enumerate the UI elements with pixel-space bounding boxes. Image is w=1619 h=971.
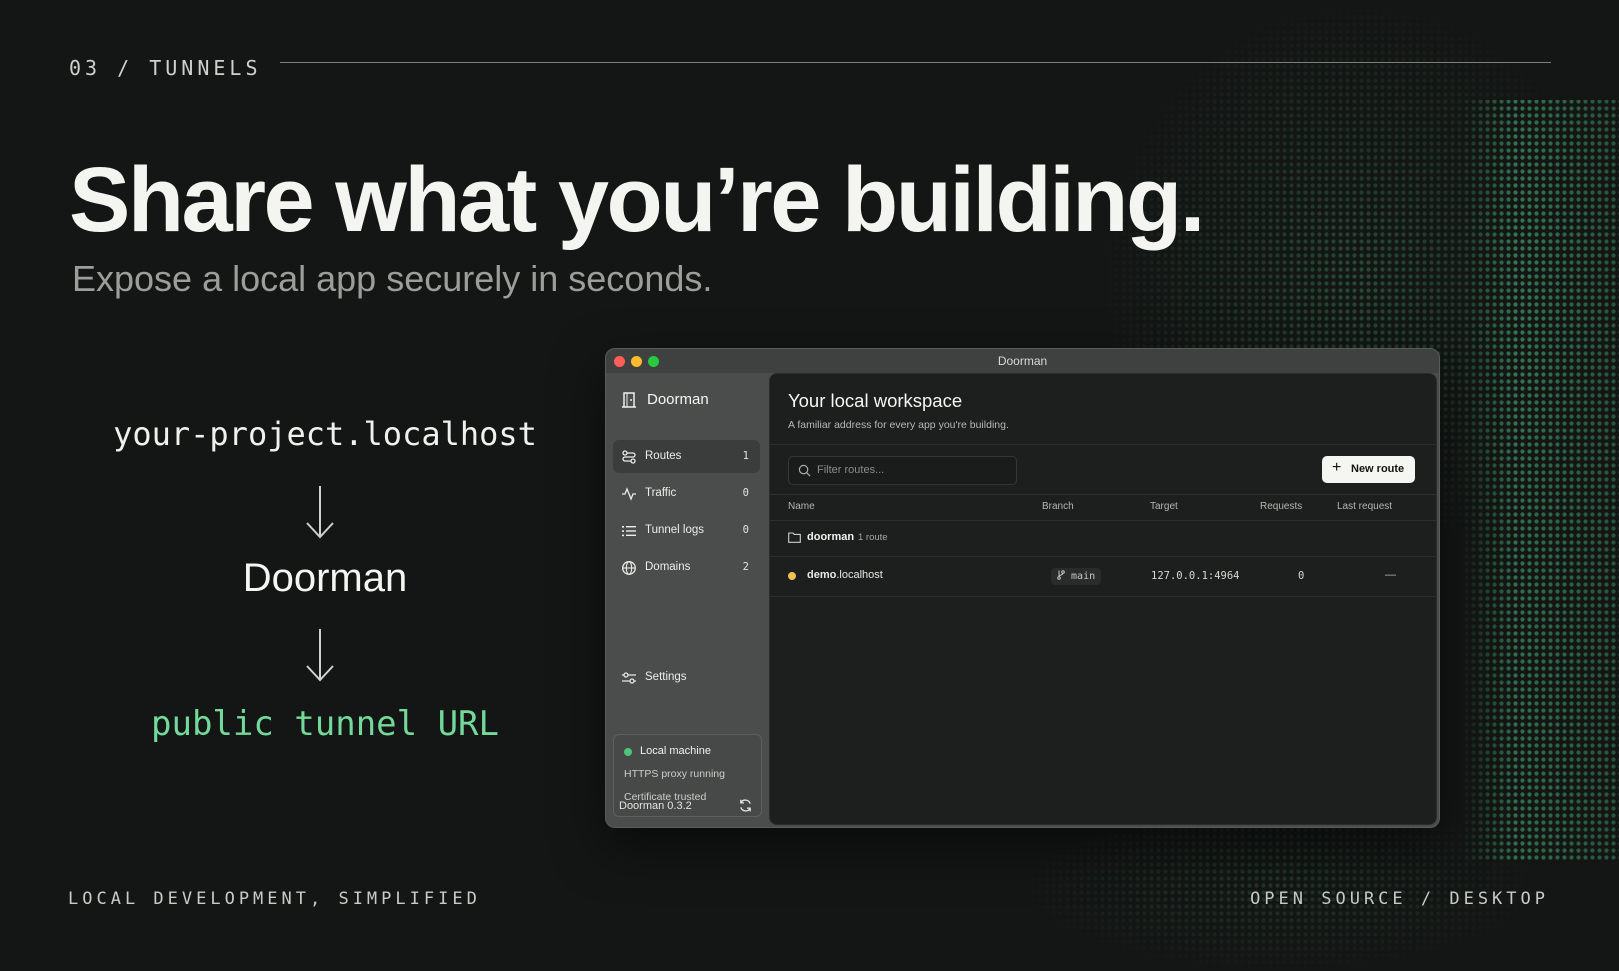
sidebar-item-count: 2 bbox=[742, 561, 749, 573]
sidebar-item-label: Traffic bbox=[645, 487, 677, 499]
sidebar-item-count: 0 bbox=[742, 524, 749, 536]
branch-name: main bbox=[1071, 571, 1096, 582]
activity-icon bbox=[622, 487, 636, 501]
route-target: 127.0.0.1:4964 bbox=[1151, 570, 1240, 582]
app-version: Doorman 0.3.2 bbox=[619, 800, 692, 812]
sidebar-brand[interactable]: Doorman bbox=[621, 391, 709, 408]
flow-local-address: your-project.localhost bbox=[113, 415, 537, 453]
sidebar-item-settings[interactable]: Settings bbox=[613, 661, 760, 694]
git-branch-icon bbox=[1057, 570, 1065, 580]
sidebar-item-traffic[interactable]: Traffic 0 bbox=[613, 477, 760, 510]
status-proxy-line: HTTPS proxy running bbox=[624, 768, 725, 780]
flow-doorman-label: Doorman bbox=[242, 556, 408, 600]
footer-tagline: LOCAL DEVELOPMENT, SIMPLIFIED bbox=[68, 889, 481, 909]
window-titlebar[interactable]: Doorman bbox=[606, 349, 1439, 373]
route-requests: 0 bbox=[1298, 570, 1305, 582]
workspace-title: Your local workspace bbox=[788, 390, 963, 411]
row-divider bbox=[770, 596, 1436, 597]
list-icon bbox=[622, 526, 636, 537]
route-group-row[interactable]: doorman 1 route bbox=[770, 520, 1436, 556]
arrow-down-icon bbox=[306, 486, 334, 539]
settings-label: Settings bbox=[645, 671, 687, 683]
sidebar-item-count: 0 bbox=[742, 487, 749, 499]
route-name-prefix: demo bbox=[807, 569, 837, 581]
folder-icon bbox=[788, 532, 801, 543]
sidebar-item-label: Domains bbox=[645, 561, 691, 573]
status-title: Local machine bbox=[640, 745, 711, 757]
status-online-dot bbox=[624, 748, 632, 756]
toolbar-divider bbox=[770, 494, 1436, 495]
table-row[interactable]: demo.localhost main 127.0.0.1:4964 0 — bbox=[770, 556, 1436, 596]
eyebrow-divider bbox=[280, 62, 1551, 63]
sidebar-item-tunnel-logs[interactable]: Tunnel logs 0 bbox=[613, 514, 760, 547]
window-title: Doorman bbox=[997, 354, 1048, 368]
filter-routes-field[interactable] bbox=[788, 456, 1017, 485]
search-icon bbox=[798, 464, 811, 477]
header-divider bbox=[770, 444, 1436, 445]
new-route-label: New route bbox=[1351, 463, 1405, 475]
sidebar-brand-label: Doorman bbox=[647, 391, 709, 408]
sidebar-item-domains[interactable]: Domains 2 bbox=[613, 551, 760, 584]
sidebar-item-routes[interactable]: Routes 1 bbox=[613, 440, 760, 473]
plus-icon: + bbox=[1332, 459, 1342, 476]
workspace-subtitle: A familiar address for every app you're … bbox=[788, 419, 1009, 431]
sliders-icon bbox=[622, 672, 636, 684]
sidebar-item-label: Routes bbox=[645, 450, 682, 462]
page-subheadline: Expose a local app securely in seconds. bbox=[72, 258, 713, 299]
app-window: Doorman Doorman Routes 1 Traffic 0 Tunne… bbox=[605, 348, 1440, 828]
route-name: demo.localhost bbox=[807, 569, 883, 581]
column-header-branch[interactable]: Branch bbox=[1042, 501, 1074, 512]
column-header-requests[interactable]: Requests bbox=[1260, 501, 1302, 512]
sidebar-item-count: 1 bbox=[742, 450, 749, 462]
section-eyebrow: 03 / TUNNELS bbox=[69, 56, 262, 80]
filter-routes-input[interactable] bbox=[817, 462, 1007, 478]
column-header-last-request[interactable]: Last request bbox=[1337, 501, 1392, 512]
door-icon bbox=[622, 392, 636, 408]
flow-public-url: public tunnel URL bbox=[151, 704, 499, 744]
group-name: doorman bbox=[807, 531, 855, 543]
main-panel: Your local workspace A familiar address … bbox=[769, 373, 1437, 825]
route-name-suffix: .localhost bbox=[836, 569, 883, 581]
route-last-request: — bbox=[1385, 569, 1396, 581]
column-header-target[interactable]: Target bbox=[1150, 501, 1178, 512]
new-route-button[interactable]: + New route bbox=[1322, 456, 1415, 483]
page-headline: Share what you’re building. bbox=[69, 149, 1205, 251]
refresh-icon[interactable] bbox=[738, 798, 753, 813]
sidebar: Doorman Routes 1 Traffic 0 Tunnel logs 0… bbox=[606, 373, 769, 827]
route-status-dot bbox=[788, 572, 796, 580]
routes-icon bbox=[622, 450, 636, 464]
globe-icon bbox=[622, 561, 636, 575]
sidebar-item-label: Tunnel logs bbox=[645, 524, 705, 536]
footer-label: OPEN SOURCE / DESKTOP bbox=[1250, 889, 1549, 909]
branch-badge: main bbox=[1051, 568, 1102, 585]
group-route-count: 1 route bbox=[858, 532, 888, 543]
arrow-down-icon bbox=[306, 629, 334, 682]
column-header-name[interactable]: Name bbox=[788, 501, 815, 512]
